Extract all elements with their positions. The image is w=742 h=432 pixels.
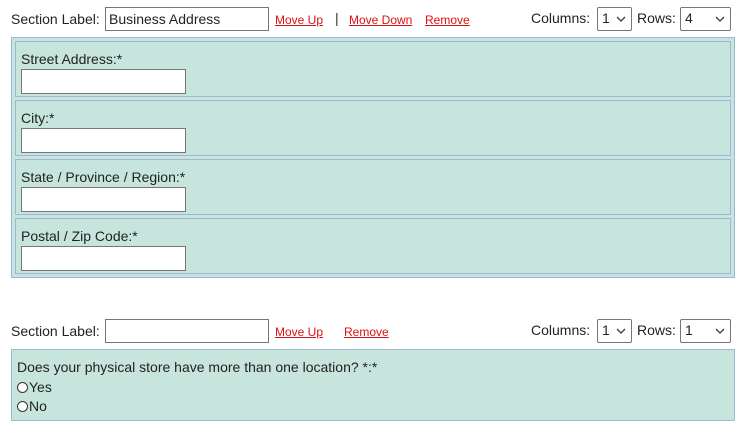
multiple-locations-field: Does your physical store have more than … bbox=[12, 350, 734, 420]
section-header-1: Section Label: Move Up | Move Down Remov… bbox=[11, 7, 731, 33]
zip-field: Postal / Zip Code:* bbox=[15, 218, 731, 274]
link-separator: | bbox=[335, 10, 339, 26]
radio-option-no[interactable]: No bbox=[17, 398, 47, 414]
columns-label: Columns: bbox=[531, 322, 591, 338]
chevron-down-icon bbox=[715, 328, 725, 334]
city-label: City:* bbox=[21, 110, 55, 126]
multiple-locations-question: Does your physical store have more than … bbox=[17, 359, 378, 375]
remove-link[interactable]: Remove bbox=[425, 13, 470, 27]
zip-label: Postal / Zip Code:* bbox=[21, 228, 138, 244]
chevron-down-icon bbox=[715, 16, 725, 22]
street-address-input[interactable] bbox=[21, 69, 186, 94]
move-down-link[interactable]: Move Down bbox=[349, 13, 412, 27]
location-field-group: Does your physical store have more than … bbox=[11, 349, 735, 421]
move-up-link[interactable]: Move Up bbox=[275, 13, 323, 27]
rows-value: 1 bbox=[685, 322, 693, 338]
state-label: State / Province / Region:* bbox=[21, 169, 186, 185]
chevron-down-icon bbox=[616, 328, 626, 334]
radio-button[interactable] bbox=[17, 400, 28, 412]
columns-label: Columns: bbox=[531, 10, 591, 26]
city-input[interactable] bbox=[21, 128, 186, 153]
radio-label-no: No bbox=[29, 398, 47, 414]
columns-value: 1 bbox=[602, 10, 610, 26]
rows-label: Rows: bbox=[637, 322, 676, 338]
section-header-2: Section Label: Move Up Remove Columns: 1… bbox=[11, 319, 731, 345]
city-field: City:* bbox=[15, 100, 731, 156]
rows-value: 4 bbox=[685, 10, 693, 26]
columns-value: 1 bbox=[602, 322, 610, 338]
columns-select[interactable]: 1 bbox=[597, 7, 632, 31]
state-input[interactable] bbox=[21, 187, 186, 212]
section-label-input[interactable] bbox=[105, 7, 269, 31]
chevron-down-icon bbox=[616, 16, 626, 22]
radio-label-yes: Yes bbox=[29, 379, 52, 395]
rows-select[interactable]: 1 bbox=[680, 319, 731, 343]
section-label-text: Section Label: bbox=[11, 323, 100, 339]
zip-input[interactable] bbox=[21, 246, 186, 271]
remove-link[interactable]: Remove bbox=[344, 325, 389, 339]
rows-label: Rows: bbox=[637, 10, 676, 26]
columns-select[interactable]: 1 bbox=[597, 319, 632, 343]
rows-select[interactable]: 4 bbox=[680, 7, 731, 31]
radio-option-yes[interactable]: Yes bbox=[17, 379, 52, 395]
section-label-input[interactable] bbox=[105, 319, 269, 343]
state-field: State / Province / Region:* bbox=[15, 159, 731, 215]
move-up-link[interactable]: Move Up bbox=[275, 325, 323, 339]
address-field-group: Street Address:* City:* State / Province… bbox=[11, 37, 735, 278]
radio-button[interactable] bbox=[17, 381, 28, 393]
street-address-label: Street Address:* bbox=[21, 51, 123, 67]
section-label-text: Section Label: bbox=[11, 11, 100, 27]
street-address-field: Street Address:* bbox=[15, 41, 731, 97]
